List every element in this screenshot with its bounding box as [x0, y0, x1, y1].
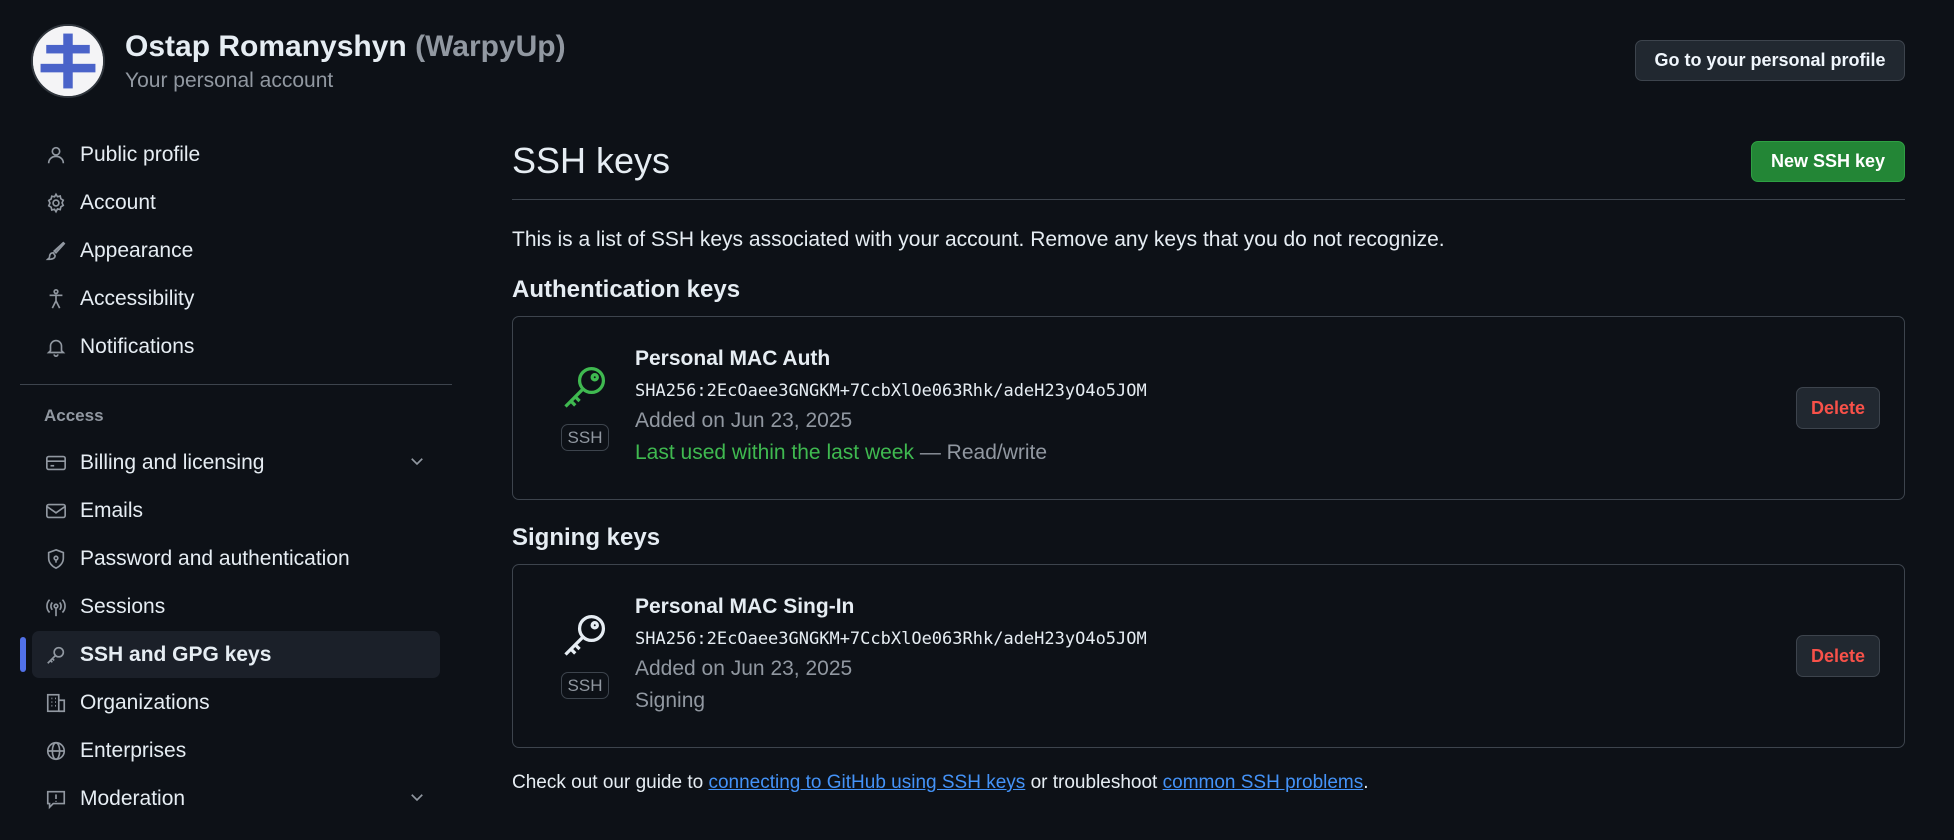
sidebar-item-enterprises[interactable]: Enterprises [32, 727, 440, 774]
ssh-keys-main: SSH keys New SSH key This is a list of S… [512, 133, 1905, 794]
footer-suffix: . [1363, 772, 1369, 793]
ssh-badge: SSH [560, 672, 610, 699]
person-icon [44, 143, 68, 167]
key-fingerprint: SHA256:2EcOaee3GNGKM+7CcbXlOe063Rhk/adeH… [635, 629, 1147, 649]
chevron-down-icon[interactable] [408, 788, 426, 812]
ssh-guide-link[interactable]: connecting to GitHub using SSH keys [708, 772, 1025, 793]
sidebar-item-label: Notifications [80, 334, 195, 358]
sidebar-item-notifications[interactable]: Notifications [32, 323, 440, 370]
auth-key-info: Personal MAC Auth SHA256:2EcOaee3GNGKM+7… [635, 347, 1147, 465]
sidebar-item-label: Billing and licensing [80, 450, 265, 474]
sidebar-item-label: Password and authentication [80, 546, 350, 570]
ssh-badge: SSH [560, 424, 610, 451]
sidebar-item-label: Emails [80, 498, 144, 522]
sidebar-item-billing[interactable]: Billing and licensing [32, 439, 440, 486]
sidebar-item-label: Organizations [80, 690, 210, 714]
sidebar-item-organizations[interactable]: Organizations [32, 679, 440, 726]
report-icon [44, 787, 68, 811]
paintbrush-icon [44, 239, 68, 263]
footer-note: Check out our guide to connecting to Git… [512, 772, 1905, 794]
sidebar-item-ssh-gpg-keys[interactable]: SSH and GPG keys [20, 631, 440, 678]
user-name: Ostap Romanyshyn (WarpyUp) [125, 30, 566, 63]
sidebar-item-label: Account [80, 190, 156, 214]
sidebar-item-emails[interactable]: Emails [32, 487, 440, 534]
avatar-cross-icon [33, 26, 103, 96]
footer-prefix: Check out our guide to [512, 772, 709, 793]
auth-key-card: SSH Personal MAC Auth SHA256:2EcOaee3GNG… [512, 316, 1905, 500]
sidebar-item-sessions[interactable]: Sessions [32, 583, 440, 630]
ssh-problems-link[interactable]: common SSH problems [1163, 772, 1364, 793]
sidebar-divider [20, 384, 452, 385]
signing-key-info: Personal MAC Sing-In SHA256:2EcOaee3GNGK… [635, 595, 1147, 713]
globe-icon [44, 739, 68, 763]
organization-icon [44, 691, 68, 715]
key-usage: Signing [635, 689, 706, 712]
credit-card-icon [44, 451, 68, 475]
key-usage: Last used within the last week — Read/wr… [635, 441, 1147, 465]
key-access: — Read/write [914, 441, 1048, 464]
page-title: SSH keys [512, 140, 671, 181]
key-name: Personal MAC Sing-In [635, 595, 855, 618]
key-icon [44, 643, 68, 667]
key-fingerprint: SHA256:2EcOaee3GNGKM+7CcbXlOe063Rhk/adeH… [635, 381, 1147, 401]
key-added-date: Added on Jun 23, 2025 [635, 657, 853, 680]
settings-sidebar: Public profile Account Appearance Access… [20, 131, 452, 823]
intro-text: This is a list of SSH keys associated wi… [512, 228, 1445, 251]
key-icon [564, 366, 606, 408]
sidebar-item-moderation[interactable]: Moderation [32, 775, 440, 822]
sidebar-item-public-profile[interactable]: Public profile [32, 131, 440, 178]
sidebar-item-label: Enterprises [80, 738, 187, 762]
user-handle: (WarpyUp) [415, 29, 566, 63]
auth-key-icon-wrap: SSH [557, 361, 613, 451]
user-full-name: Ostap Romanyshyn [125, 29, 407, 63]
sidebar-item-account[interactable]: Account [32, 179, 440, 226]
sidebar-item-label: Appearance [80, 238, 194, 262]
delete-signing-key-button[interactable]: Delete [1796, 635, 1880, 677]
bell-icon [44, 335, 68, 359]
title-row: SSH keys New SSH key [512, 133, 1905, 189]
account-header: Ostap Romanyshyn (WarpyUp) Your personal… [31, 24, 566, 98]
sidebar-item-password-auth[interactable]: Password and authentication [32, 535, 440, 582]
avatar[interactable] [31, 24, 105, 98]
key-name: Personal MAC Auth [635, 347, 831, 370]
sidebar-item-label: Sessions [80, 594, 166, 618]
signing-keys-heading: Signing keys [512, 524, 661, 551]
sidebar-item-label: SSH and GPG keys [80, 642, 272, 666]
account-subtitle: Your personal account [125, 68, 334, 92]
title-divider [512, 199, 1905, 200]
sidebar-item-appearance[interactable]: Appearance [32, 227, 440, 274]
mail-icon [44, 499, 68, 523]
sidebar-section-access: Access [44, 406, 104, 425]
sidebar-item-label: Public profile [80, 142, 201, 166]
sidebar-item-accessibility[interactable]: Accessibility [32, 275, 440, 322]
go-to-profile-button[interactable]: Go to your personal profile [1635, 40, 1905, 81]
authentication-keys-heading: Authentication keys [512, 276, 741, 303]
chevron-down-icon[interactable] [408, 452, 426, 476]
broadcast-icon [44, 595, 68, 619]
signing-key-card: SSH Personal MAC Sing-In SHA256:2EcOaee3… [512, 564, 1905, 748]
settings-page: Ostap Romanyshyn (WarpyUp) Your personal… [0, 0, 1954, 840]
shield-lock-icon [44, 547, 68, 571]
accessibility-icon [44, 287, 68, 311]
signing-key-icon-wrap: SSH [557, 609, 613, 699]
delete-auth-key-button[interactable]: Delete [1796, 387, 1880, 429]
gear-icon [44, 191, 68, 215]
sidebar-item-label: Accessibility [80, 286, 195, 310]
account-title-block: Ostap Romanyshyn (WarpyUp) Your personal… [125, 30, 566, 93]
new-ssh-key-button[interactable]: New SSH key [1751, 140, 1905, 182]
key-icon [564, 614, 606, 656]
key-added-date: Added on Jun 23, 2025 [635, 409, 853, 432]
footer-middle: or troubleshoot [1025, 772, 1163, 793]
key-last-used: Last used within the last week [635, 441, 914, 464]
sidebar-item-label: Moderation [80, 786, 186, 810]
